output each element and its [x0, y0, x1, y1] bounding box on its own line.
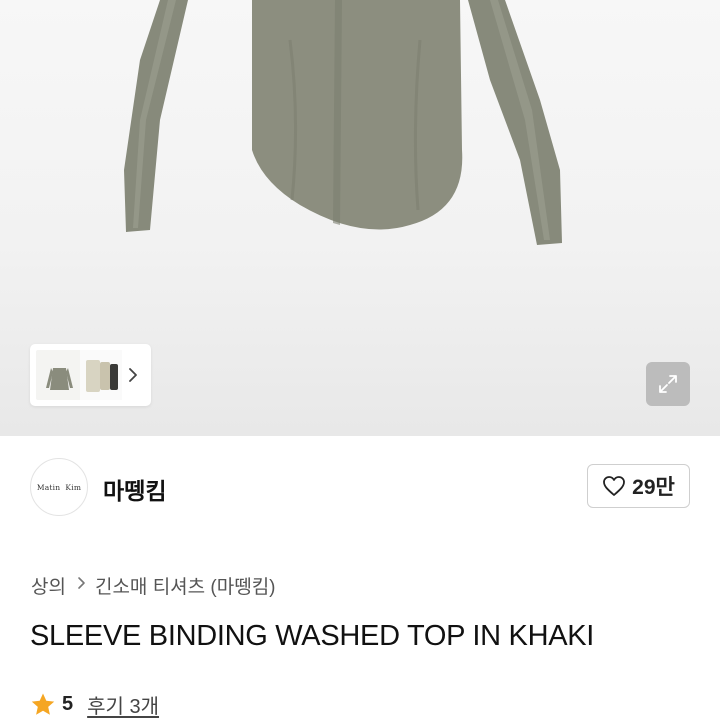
expand-image-button[interactable]: [646, 362, 690, 406]
like-button[interactable]: 29만: [587, 464, 690, 508]
chevron-right-icon: [129, 368, 137, 382]
breadcrumb: 상의 긴소매 티셔츠 (마뗑킴): [31, 572, 276, 599]
product-image-area[interactable]: [0, 0, 720, 436]
thumbnail-strip[interactable]: [30, 344, 151, 406]
like-count: 29만: [632, 476, 675, 499]
seller-logo[interactable]: Matin Kim: [30, 458, 88, 516]
thumbnail-1[interactable]: [36, 350, 82, 400]
heart-outline-icon: [603, 476, 626, 496]
rating-row: 5 후기 3개: [30, 690, 159, 719]
chevron-right-icon: [77, 576, 86, 595]
star-icon: [31, 693, 55, 715]
thumbnail-next-button[interactable]: [122, 350, 144, 400]
seller-logo-text: Matin Kim: [36, 482, 82, 492]
thumbnail-2[interactable]: [80, 350, 122, 400]
product-title: SLEEVE BINDING WASHED TOP IN KHAKI: [30, 620, 595, 652]
rating-score: 5: [62, 693, 74, 715]
thumbnail-image: [46, 368, 73, 390]
breadcrumb-item-category[interactable]: 상의: [31, 572, 66, 599]
expand-arrows-icon: [659, 375, 677, 393]
reviews-link[interactable]: 후기 3개: [87, 690, 159, 719]
seller-name[interactable]: 마뗑킴: [103, 472, 166, 506]
breadcrumb-item-subcategory[interactable]: 긴소매 티셔츠 (마뗑킴): [95, 572, 276, 599]
thumbnail-image: [86, 360, 118, 392]
